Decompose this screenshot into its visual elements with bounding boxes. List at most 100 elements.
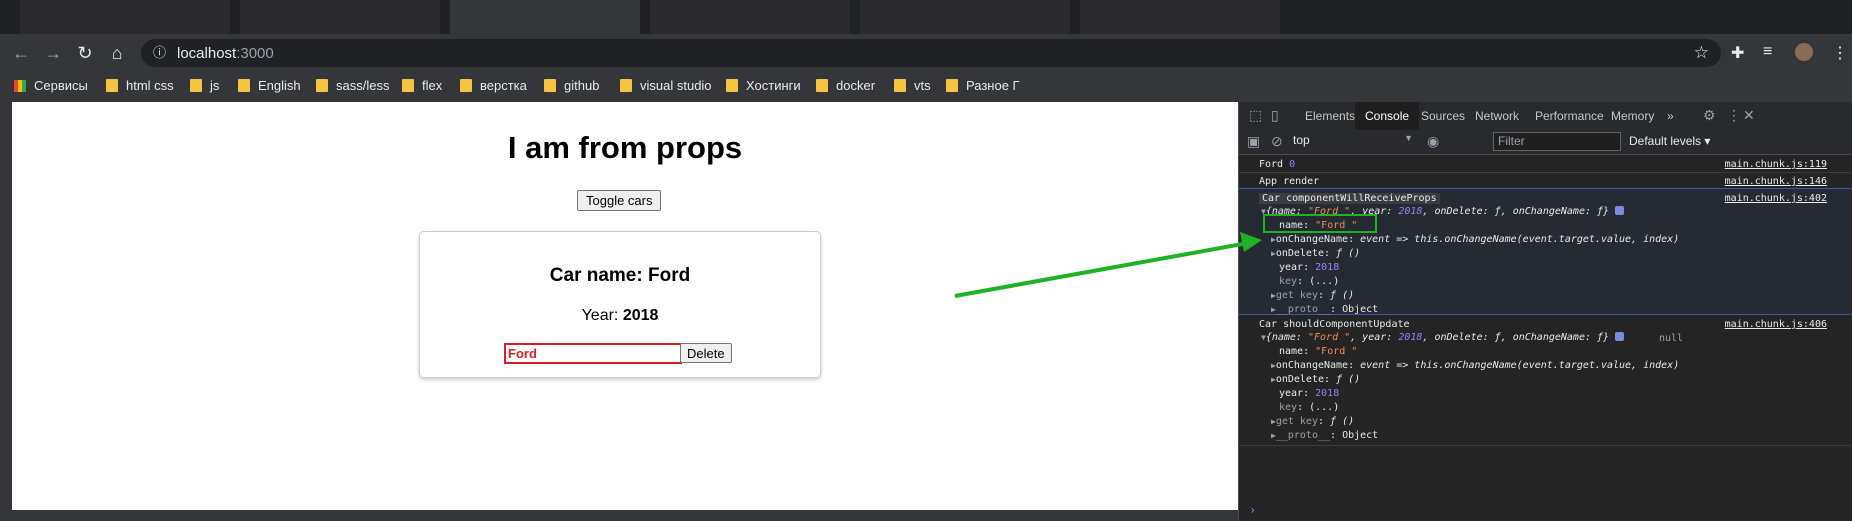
- browser-tab[interactable]: [240, 0, 440, 34]
- tab-sources[interactable]: Sources: [1421, 109, 1465, 123]
- chevron-down-icon: ▼: [1404, 133, 1413, 143]
- property-row[interactable]: ▶__proto__: Object: [1271, 304, 1378, 315]
- property-row[interactable]: ▶get key: ƒ (): [1271, 290, 1354, 301]
- prop-key: get key: [1275, 290, 1318, 301]
- browser-tab[interactable]: [860, 0, 1070, 34]
- bookmark-label: Разное Г: [966, 78, 1020, 93]
- tab-memory[interactable]: Memory: [1611, 109, 1654, 123]
- info-icon[interactable]: ⓘ: [153, 45, 169, 61]
- year-value: 2018: [622, 307, 659, 324]
- bookmark-label: vts: [914, 78, 931, 93]
- bookmark-folder[interactable]: html css: [106, 78, 174, 93]
- bookmark-label: html css: [126, 78, 174, 93]
- toggle-cars-button[interactable]: Toggle cars: [577, 190, 662, 211]
- browser-toolbar: ← → ↻ ⌂ ⓘ localhost:3000 ☆ ✚ ≡ ⋮: [0, 34, 1852, 72]
- apps-icon: [14, 80, 26, 92]
- console-group-header[interactable]: Car componentWillReceiveProps: [1259, 193, 1440, 204]
- property-row[interactable]: ▶__proto__: Object: [1271, 430, 1378, 441]
- bookmark-folder[interactable]: js: [190, 78, 219, 93]
- devtools-menu-icon[interactable]: ⋮: [1727, 107, 1741, 124]
- source-link[interactable]: main.chunk.js:402: [1725, 193, 1827, 204]
- property-row[interactable]: key: (...): [1279, 276, 1339, 287]
- home-icon[interactable]: ⌂: [106, 42, 128, 64]
- browser-tab[interactable]: [450, 0, 640, 34]
- browser-tab[interactable]: [20, 0, 230, 34]
- bookmark-services[interactable]: Сервисы: [14, 78, 88, 93]
- tab-console[interactable]: Console: [1355, 102, 1420, 130]
- profile-avatar-icon[interactable]: [1795, 43, 1813, 61]
- folder-icon: [894, 79, 906, 92]
- tab-performance[interactable]: Performance: [1535, 109, 1604, 123]
- bookmark-folder[interactable]: visual studio: [620, 78, 712, 93]
- bookmark-label: Сервисы: [34, 78, 88, 93]
- tab-elements[interactable]: Elements: [1305, 109, 1355, 123]
- prop-value: Object: [1342, 430, 1379, 441]
- bookmark-folder[interactable]: github: [544, 78, 599, 93]
- bookmark-label: flex: [422, 78, 443, 93]
- prop-key: onDelete: [1275, 374, 1324, 385]
- bookmark-label: visual studio: [640, 78, 712, 93]
- property-row[interactable]: ▶onDelete: ƒ (): [1271, 248, 1360, 259]
- null-value: null: [1659, 333, 1684, 344]
- sidebar-toggle-icon[interactable]: ▣: [1247, 133, 1260, 150]
- bookmark-star-icon[interactable]: ☆: [1694, 43, 1709, 63]
- bookmark-folder[interactable]: docker: [816, 78, 875, 93]
- filter-input[interactable]: Filter: [1493, 132, 1621, 151]
- console-prompt-icon[interactable]: ›: [1249, 503, 1256, 517]
- property-row[interactable]: ▶get key: ƒ (): [1271, 416, 1354, 427]
- bookmark-folder[interactable]: sass/less: [316, 78, 389, 93]
- property-row[interactable]: ▶onChangeName: event => this.onChangeNam…: [1271, 234, 1679, 245]
- bookmark-folder[interactable]: верстка: [460, 78, 527, 93]
- settings-gear-icon[interactable]: ⚙: [1703, 107, 1716, 124]
- summary-text: {name:: [1265, 332, 1308, 343]
- prop-key: key: [1279, 276, 1298, 287]
- object-summary[interactable]: ▼{name: "Ford ", year: 2018, onDelete: ƒ…: [1261, 332, 1625, 343]
- reload-icon[interactable]: ↻: [74, 42, 96, 64]
- prop-value: event => this.onChangeName(event.target.…: [1360, 234, 1680, 245]
- prop-value: event => this.onChangeName(event.target.…: [1360, 360, 1680, 371]
- divider: [1239, 445, 1852, 446]
- prop-key: onDelete: [1275, 248, 1324, 259]
- group-title: Car shouldComponentUpdate: [1259, 319, 1410, 330]
- more-tabs-button[interactable]: »: [1667, 109, 1674, 123]
- bookmark-folder[interactable]: Разное Г: [946, 78, 1020, 93]
- car-name-input[interactable]: [504, 343, 682, 364]
- console-group-header[interactable]: Car shouldComponentUpdate: [1259, 319, 1410, 330]
- bookmark-folder[interactable]: Хостинги: [726, 78, 801, 93]
- back-icon[interactable]: ←: [10, 42, 32, 64]
- car-card: Car name: Ford Year: 2018 Delete: [419, 231, 821, 378]
- prop-key: year: [1279, 262, 1304, 273]
- source-link[interactable]: main.chunk.js:146: [1725, 176, 1827, 187]
- device-toolbar-icon[interactable]: ▯: [1271, 107, 1279, 124]
- address-bar[interactable]: ⓘ localhost:3000 ☆: [141, 39, 1721, 67]
- bookmark-folder[interactable]: English: [238, 78, 301, 93]
- page-title: I am from props: [507, 130, 743, 165]
- delete-button[interactable]: Delete: [680, 343, 732, 363]
- extensions-icon[interactable]: ✚: [1731, 43, 1744, 63]
- bookmark-folder[interactable]: vts: [894, 78, 931, 93]
- browser-tab[interactable]: [1080, 0, 1280, 34]
- clear-console-icon[interactable]: ⊘: [1271, 133, 1283, 150]
- tab-network[interactable]: Network: [1475, 109, 1519, 123]
- forward-icon[interactable]: →: [42, 42, 64, 64]
- reading-list-icon[interactable]: ≡: [1763, 43, 1772, 61]
- log-levels-select[interactable]: Default levels ▾: [1629, 134, 1710, 148]
- prop-key: __proto__: [1275, 304, 1331, 315]
- menu-icon[interactable]: ⋮: [1832, 43, 1848, 63]
- property-row[interactable]: ▶onDelete: ƒ (): [1271, 374, 1360, 385]
- close-icon[interactable]: ✕: [1743, 107, 1755, 124]
- property-row[interactable]: key: (...): [1279, 402, 1339, 413]
- prop-value: 2018: [1315, 388, 1340, 399]
- bookmark-folder[interactable]: flex: [402, 78, 442, 93]
- property-row[interactable]: ▶onChangeName: event => this.onChangeNam…: [1271, 360, 1679, 371]
- context-select[interactable]: top ▼: [1293, 133, 1413, 149]
- browser-tab[interactable]: [650, 0, 850, 34]
- console-filterbar: ▣ ⊘ top ▼ ◉ Filter Default levels ▾: [1239, 130, 1852, 155]
- folder-icon: [402, 79, 414, 92]
- source-link[interactable]: main.chunk.js:406: [1725, 319, 1827, 330]
- summary-text: , onDelete: ƒ, onChangeName: ƒ}: [1422, 332, 1610, 343]
- inspect-icon[interactable]: ⬚: [1249, 107, 1262, 124]
- source-link[interactable]: main.chunk.js:119: [1725, 159, 1827, 170]
- eye-icon[interactable]: ◉: [1427, 133, 1439, 150]
- prop-key: key: [1279, 402, 1298, 413]
